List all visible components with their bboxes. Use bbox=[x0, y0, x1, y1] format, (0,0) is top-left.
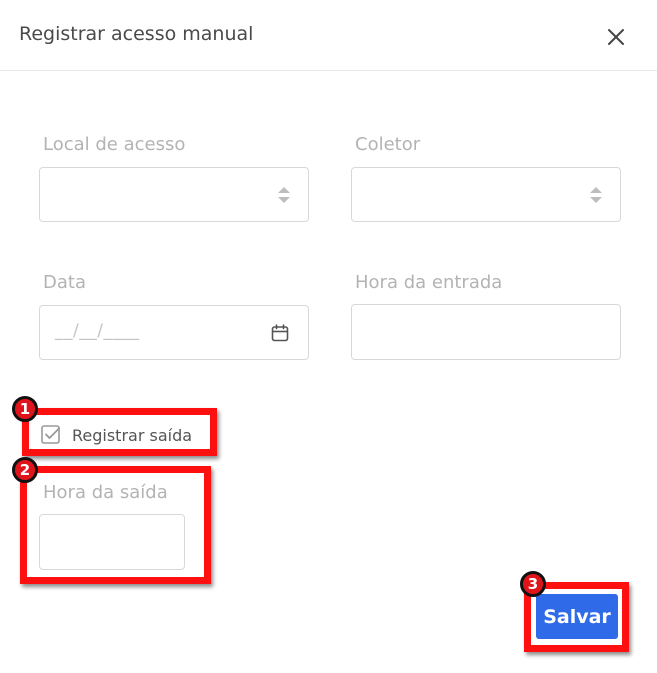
hora-entrada-input[interactable] bbox=[351, 304, 621, 360]
coletor-select[interactable] bbox=[351, 167, 621, 222]
hora-entrada-label: Hora da entrada bbox=[355, 272, 503, 293]
data-label: Data bbox=[43, 272, 86, 293]
coletor-label: Coletor bbox=[355, 134, 421, 155]
annotation-highlight-1 bbox=[22, 408, 217, 456]
date-placeholder: __/__/____ bbox=[55, 321, 140, 341]
sort-arrows-icon bbox=[278, 187, 290, 203]
local-acesso-select[interactable] bbox=[39, 167, 309, 222]
close-button[interactable] bbox=[600, 21, 632, 53]
calendar-icon[interactable] bbox=[270, 323, 290, 343]
date-input[interactable]: __/__/____ bbox=[39, 305, 309, 360]
annotation-badge-1: 1 bbox=[12, 396, 38, 422]
annotation-badge-2: 2 bbox=[12, 457, 38, 483]
modal-header: Registrar acesso manual bbox=[0, 0, 657, 71]
sort-arrows-icon bbox=[590, 187, 602, 203]
annotation-highlight-2 bbox=[20, 466, 211, 584]
local-acesso-label: Local de acesso bbox=[43, 134, 186, 155]
annotation-badge-3: 3 bbox=[520, 571, 546, 597]
modal-title: Registrar acesso manual bbox=[19, 23, 254, 45]
close-icon bbox=[608, 29, 624, 45]
